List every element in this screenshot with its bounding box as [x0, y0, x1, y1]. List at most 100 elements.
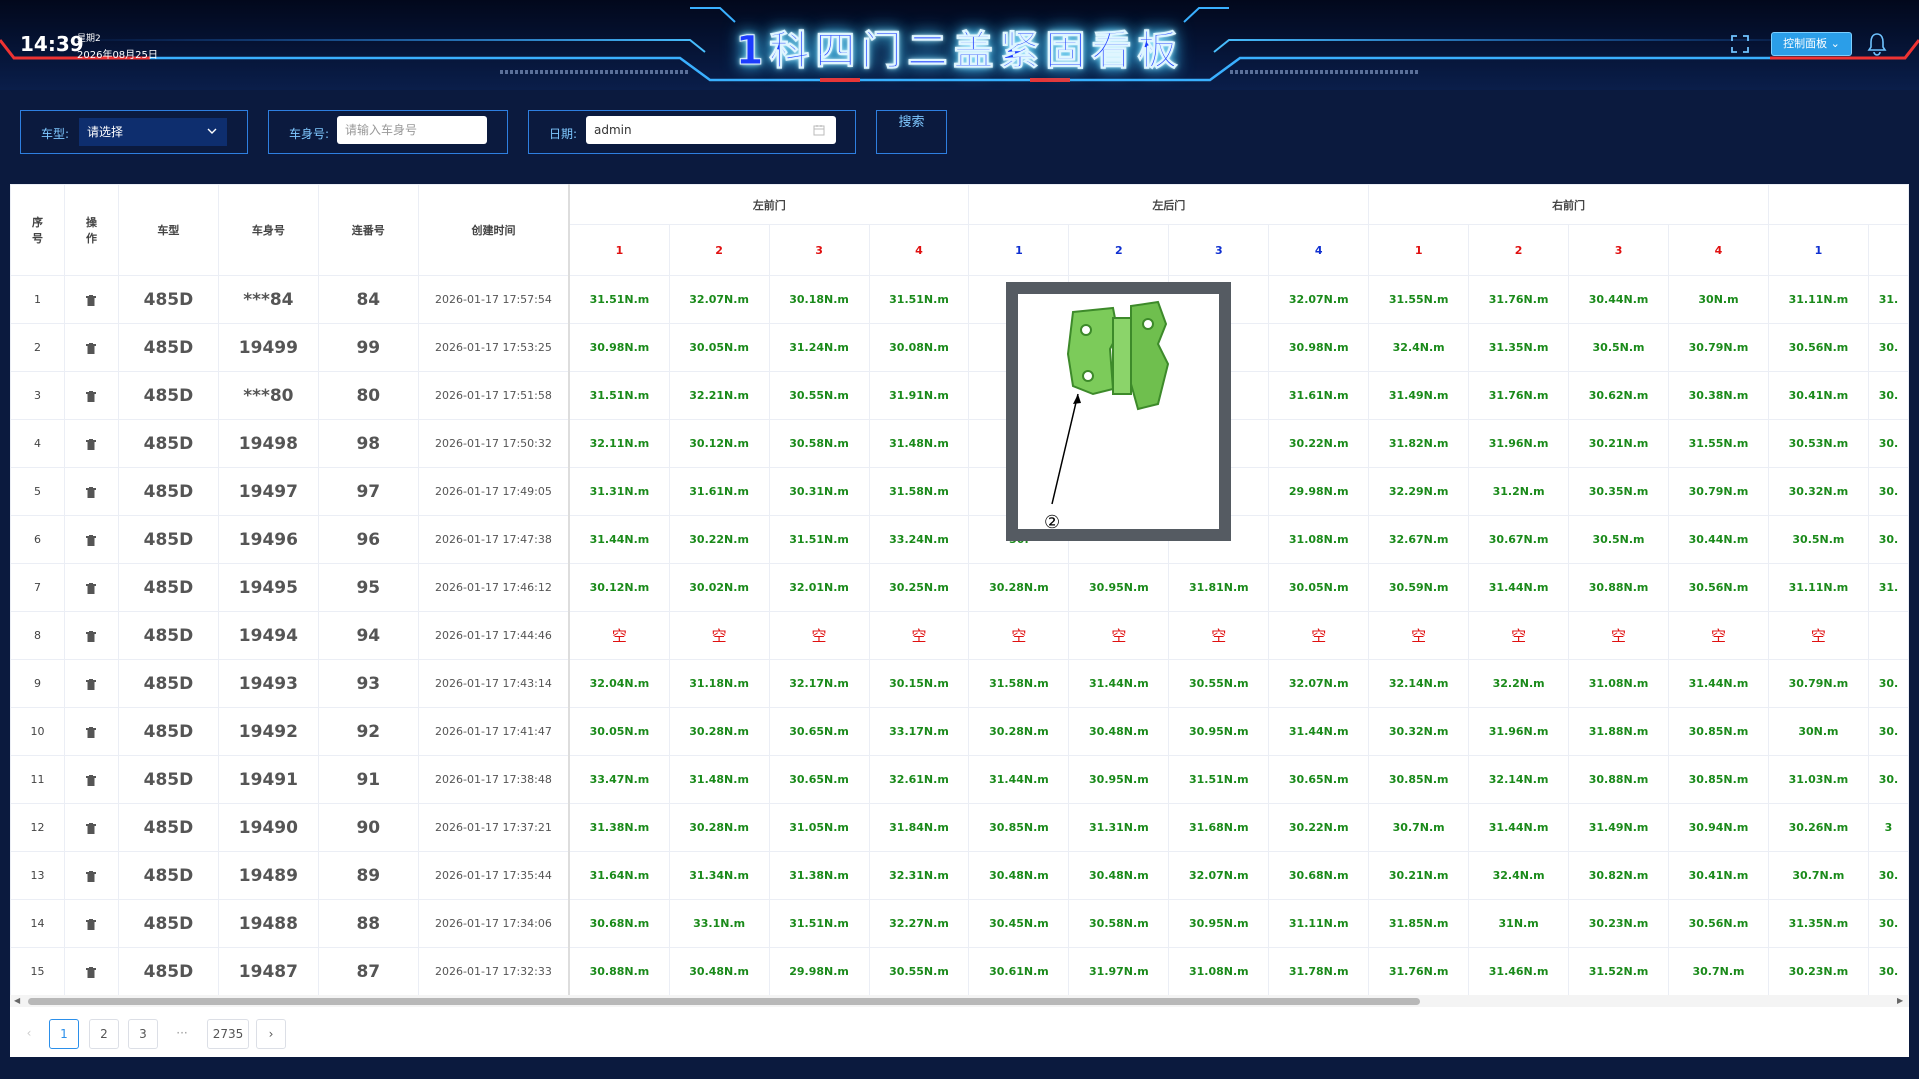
torque-cell: 30.: [1867, 899, 1910, 948]
cell-car-type: 485D: [117, 323, 219, 372]
page-button-2[interactable]: 2: [89, 1019, 119, 1049]
page-button-3[interactable]: 3: [128, 1019, 158, 1049]
torque-cell: 30.05N.m: [568, 707, 670, 756]
torque-cell: 30.68N.m: [568, 899, 670, 948]
torque-cell: 32.07N.m: [1168, 851, 1270, 900]
trash-icon[interactable]: [86, 578, 97, 597]
search-button[interactable]: 搜索: [876, 110, 947, 154]
body-no-input[interactable]: [337, 116, 487, 144]
torque-cell: 30.88N.m: [1568, 563, 1669, 612]
delete-cell: [63, 419, 119, 468]
chevron-down-icon: [207, 128, 217, 134]
cell-serial: 90: [317, 803, 419, 852]
cell-serial: 98: [317, 419, 419, 468]
date-input[interactable]: [586, 116, 836, 144]
col-header-body-no: 车身号: [217, 184, 319, 276]
next-page-icon[interactable]: ›: [256, 1019, 286, 1049]
torque-cell: 31.44N.m: [968, 755, 1070, 804]
torque-table: 序号 操作 车型 车身号 连番号 创建时间 左前门 左后门 右前门 123412…: [10, 184, 1910, 996]
trash-icon[interactable]: [86, 866, 97, 885]
delete-cell: [63, 611, 119, 660]
torque-cell: 30.85N.m: [1368, 755, 1470, 804]
trash-icon[interactable]: [86, 626, 97, 645]
cell-serial: 89: [317, 851, 419, 900]
torque-cell: 30.95N.m: [1168, 707, 1270, 756]
point-header-g2-p3: 4: [1668, 224, 1769, 276]
trash-icon[interactable]: [86, 674, 97, 693]
prev-page-icon[interactable]: ‹: [14, 1019, 44, 1049]
col-header-serial: 连番号: [317, 184, 419, 276]
cell-created: 2026-01-17 17:51:58: [417, 371, 571, 420]
torque-cell: 31.18N.m: [668, 659, 770, 708]
torque-cell: 30.12N.m: [568, 563, 670, 612]
cell-idx: 13: [10, 851, 65, 900]
cell-serial: 95: [317, 563, 419, 612]
trash-icon[interactable]: [86, 722, 97, 741]
scroll-left-icon[interactable]: ◀: [14, 997, 22, 1005]
trash-icon[interactable]: [86, 770, 97, 789]
torque-cell: 30.53N.m: [1767, 419, 1869, 468]
torque-cell: 31.64N.m: [568, 851, 670, 900]
trash-icon[interactable]: [86, 914, 97, 933]
torque-cell: 30.44N.m: [1568, 275, 1669, 324]
cell-idx: 5: [10, 467, 65, 516]
torque-cell: 32.31N.m: [868, 851, 970, 900]
bell-icon[interactable]: [1866, 32, 1888, 56]
cell-idx: 2: [10, 323, 65, 372]
page-ellipsis[interactable]: ···: [167, 1019, 197, 1049]
cell-serial: 93: [317, 659, 419, 708]
delete-cell: [63, 755, 119, 804]
table-row: 14 485D 19488 88 2026-01-17 17:34:06 30.68N.m…: [10, 899, 1910, 948]
page-button-1[interactable]: 1: [49, 1019, 79, 1049]
torque-cell: 33.17N.m: [868, 707, 970, 756]
torque-cell: 31.31N.m: [568, 467, 670, 516]
torque-cell: 30.35N.m: [1568, 467, 1669, 516]
cell-serial: 88: [317, 899, 419, 948]
torque-cell: 31.61N.m: [1268, 371, 1370, 420]
torque-cell: 31.11N.m: [1767, 275, 1869, 324]
trash-icon[interactable]: [86, 530, 97, 549]
torque-cell: 30.44N.m: [1668, 515, 1769, 564]
table-row: 15 485D 19487 87 2026-01-17 17:32:33 30.88N.m…: [10, 947, 1910, 996]
trash-icon[interactable]: [86, 818, 97, 837]
cell-body-no: 19496: [217, 515, 319, 564]
torque-cell: 30.65N.m: [1268, 755, 1370, 804]
torque-cell: 30N.m: [1668, 275, 1769, 324]
table-row: 4 485D 19498 98 2026-01-17 17:50:32 32.11N.m 3…: [10, 419, 1910, 468]
cell-created: 2026-01-17 17:46:12: [417, 563, 571, 612]
torque-cell: 空: [1767, 611, 1869, 660]
car-type-select[interactable]: 请选择: [79, 118, 227, 146]
delete-cell: [63, 851, 119, 900]
trash-icon[interactable]: [86, 482, 97, 501]
point-header-g3-p0: 1: [1767, 224, 1869, 276]
col-header-op: 操作: [63, 184, 119, 276]
trash-icon[interactable]: [86, 338, 97, 357]
cell-body-no: 19489: [217, 851, 319, 900]
group-header-1: 左后门: [968, 184, 1370, 225]
fullscreen-icon[interactable]: [1731, 35, 1749, 53]
scrollbar-thumb[interactable]: [28, 998, 1420, 1005]
torque-cell: 空: [968, 611, 1070, 660]
torque-cell: 31.51N.m: [868, 275, 970, 324]
trash-icon[interactable]: [86, 962, 97, 981]
horizontal-scrollbar[interactable]: ◀ ▶: [10, 995, 1909, 1007]
trash-icon[interactable]: [86, 386, 97, 405]
torque-cell: 32.17N.m: [768, 659, 870, 708]
car-type-value: 请选择: [87, 125, 124, 139]
control-panel-button[interactable]: 控制面板 ⌄: [1771, 32, 1852, 56]
cell-car-type: 485D: [117, 851, 219, 900]
torque-cell: 30.98N.m: [568, 323, 670, 372]
pagination: ‹ 1 2 3 ··· 2735 ›: [10, 1007, 1909, 1057]
point-header-overflow: [1867, 224, 1910, 276]
scroll-right-icon[interactable]: ▶: [1897, 997, 1905, 1005]
page-button-last[interactable]: 2735: [207, 1019, 249, 1049]
cell-created: 2026-01-17 17:35:44: [417, 851, 571, 900]
torque-cell: 30.15N.m: [868, 659, 970, 708]
torque-cell: 31.38N.m: [768, 851, 870, 900]
torque-cell: 31.08N.m: [1268, 515, 1370, 564]
trash-icon[interactable]: [86, 290, 97, 309]
trash-icon[interactable]: [86, 434, 97, 453]
page-title: 1科四门二盖紧固看板: [735, 28, 1184, 75]
torque-cell: 31.82N.m: [1368, 419, 1470, 468]
torque-cell: 31.03N.m: [1767, 755, 1869, 804]
